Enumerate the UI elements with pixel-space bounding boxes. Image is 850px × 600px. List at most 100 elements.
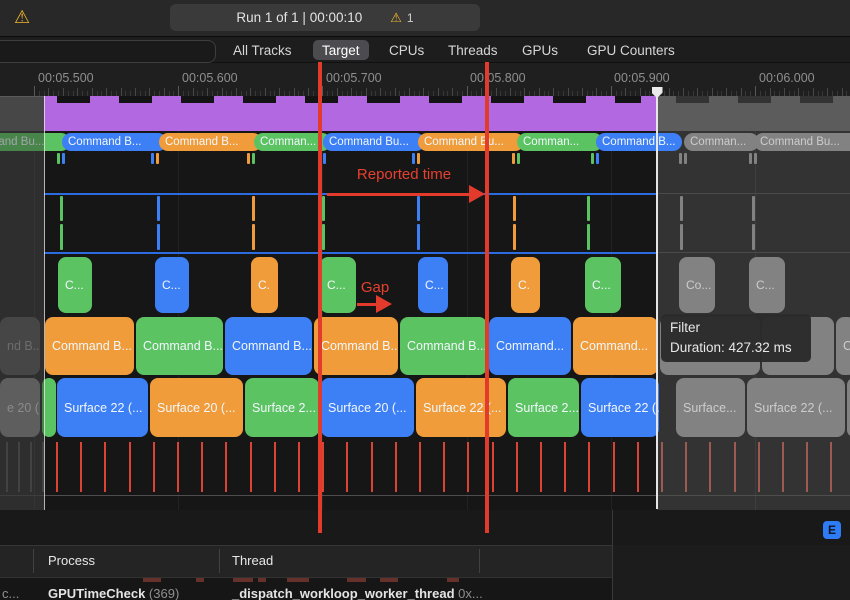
column-separator[interactable] [479,549,480,573]
ruler-tick [798,88,799,96]
vsync-tick [540,442,542,492]
ruler-tick [135,88,136,96]
compute-block[interactable]: C... [58,257,92,313]
table-row-thread[interactable]: _dispatch_workloop_worker_thread 0x... [232,586,483,600]
ruler-tick [294,88,295,96]
thread-minibar [196,578,204,582]
run-warning-icon: ⚠ [390,11,402,24]
interval-tick [157,224,160,250]
compute-block[interactable]: Co... [679,257,715,313]
interval-tick [680,224,683,250]
command-buffer-block[interactable]: Command B... [314,317,398,375]
tab-gpu-counters[interactable]: GPU Counters [587,40,675,60]
thread-minibar [143,578,161,582]
surface-block[interactable]: Surface 20 (... [150,378,243,437]
column-separator[interactable] [33,549,34,573]
ruler-tick [539,88,540,96]
compute-block[interactable]: C... [585,257,621,313]
surface-block[interactable]: Surface 22 (... [57,378,148,437]
ruler-tick [640,88,641,96]
tab-all-tracks[interactable]: All Tracks [233,40,292,60]
thread-column-header[interactable]: Thread [232,553,273,568]
command-buffer-block[interactable]: Command... [489,317,571,375]
thread-minibar [258,578,266,582]
ruler-tick [510,88,511,96]
ruler-tick [669,88,670,96]
instrument-toolbar-group [0,40,216,63]
vsync-tick [250,442,252,492]
vsync-tick [758,442,760,492]
compute-block[interactable]: C... [418,257,448,313]
command-buffer-block[interactable]: Command B... [45,317,134,375]
surface-block[interactable]: Surface 20 (... [321,378,414,437]
command-buffer-pill[interactable]: Command B... [596,133,682,151]
tab-threads[interactable]: Threads [448,40,498,60]
pill-boundary-tick [679,153,682,164]
compute-block[interactable]: C... [749,257,785,313]
vsync-tick [734,442,736,492]
gpu-band[interactable] [44,103,657,131]
ruler-tick [265,88,266,96]
ruler-tick [611,86,612,96]
selection-left-edge[interactable] [44,96,45,510]
ruler-tick [106,88,107,96]
column-separator[interactable] [219,549,220,573]
vsync-tick [80,442,82,492]
ruler-tick [467,86,468,96]
command-buffer-block[interactable]: Co... [836,317,850,375]
ruler-tick [423,88,424,96]
ruler-tick [741,88,742,96]
command-buffer-block[interactable]: Command... [573,317,658,375]
surface-block[interactable]: Surface 22 (... [747,378,845,437]
tab-gpus[interactable]: GPUs [522,40,558,60]
ruler-tick [842,88,843,96]
vsync-tick [153,442,155,492]
surface-block[interactable]: Surface 22 (... [416,378,506,437]
ruler-tick [207,88,208,96]
compute-block[interactable]: C... [155,257,189,313]
warning-icon[interactable]: ⚠ [14,8,30,26]
ruler-tick [380,88,381,96]
pill-boundary-tick [754,153,757,164]
ruler-tick [755,86,756,96]
command-buffer-pill[interactable]: Command Bu... [754,133,850,151]
command-buffer-pill[interactable]: Command B... [62,133,167,151]
command-buffer-pill[interactable]: Command Bu... [418,133,524,151]
surface-block[interactable]: Surface... [676,378,745,437]
interval-tick [157,196,160,221]
ruler-tick [770,88,771,96]
timeline-ruler[interactable] [0,62,850,98]
table-row-process[interactable]: GPUTimeCheck (369) [48,586,179,600]
command-buffer-pill[interactable]: Comman... [517,133,603,151]
surface-block[interactable]: Surface 2... [245,378,319,437]
tab-cpus[interactable]: CPUs [389,40,424,60]
row-border-dim [657,252,850,253]
command-buffer-pill[interactable]: Command Bu... [323,133,425,151]
compute-block[interactable]: C. [251,257,278,313]
run-status-pill[interactable]: Run 1 of 1 | 00:00:10 ⚠ 1 [170,4,480,31]
ruler-label: 00:06.000 [759,71,815,85]
playhead-line[interactable] [656,87,658,509]
command-buffer-pill[interactable]: Command B... [159,133,262,151]
command-buffer-block[interactable]: Command B... [225,317,312,375]
table-row-first-cell[interactable]: c... [2,586,19,600]
ruler-tick [496,88,497,96]
ruler-tick [409,88,410,96]
vsync-tick [564,442,566,492]
command-buffer-block[interactable]: Command B... [136,317,223,375]
tab-target[interactable]: Target [313,40,369,60]
extended-detail-badge[interactable]: E [823,521,841,539]
process-column-header[interactable]: Process [48,553,95,568]
pill-boundary-tick [247,153,250,164]
compute-block[interactable]: C. [511,257,540,313]
vsync-tick [419,442,421,492]
surface-block[interactable]: Surface 22 (... [581,378,659,437]
pane-divider[interactable] [612,510,613,600]
vsync-tick [492,442,494,492]
detail-table-header: Process Thread [0,545,612,578]
command-buffer-pill[interactable]: Comman... [684,133,759,151]
command-buffer-block[interactable]: Command B... [400,317,487,375]
thread-minibar [347,578,366,582]
ruler-tick [164,88,165,96]
surface-block[interactable]: Surface 2... [508,378,579,437]
